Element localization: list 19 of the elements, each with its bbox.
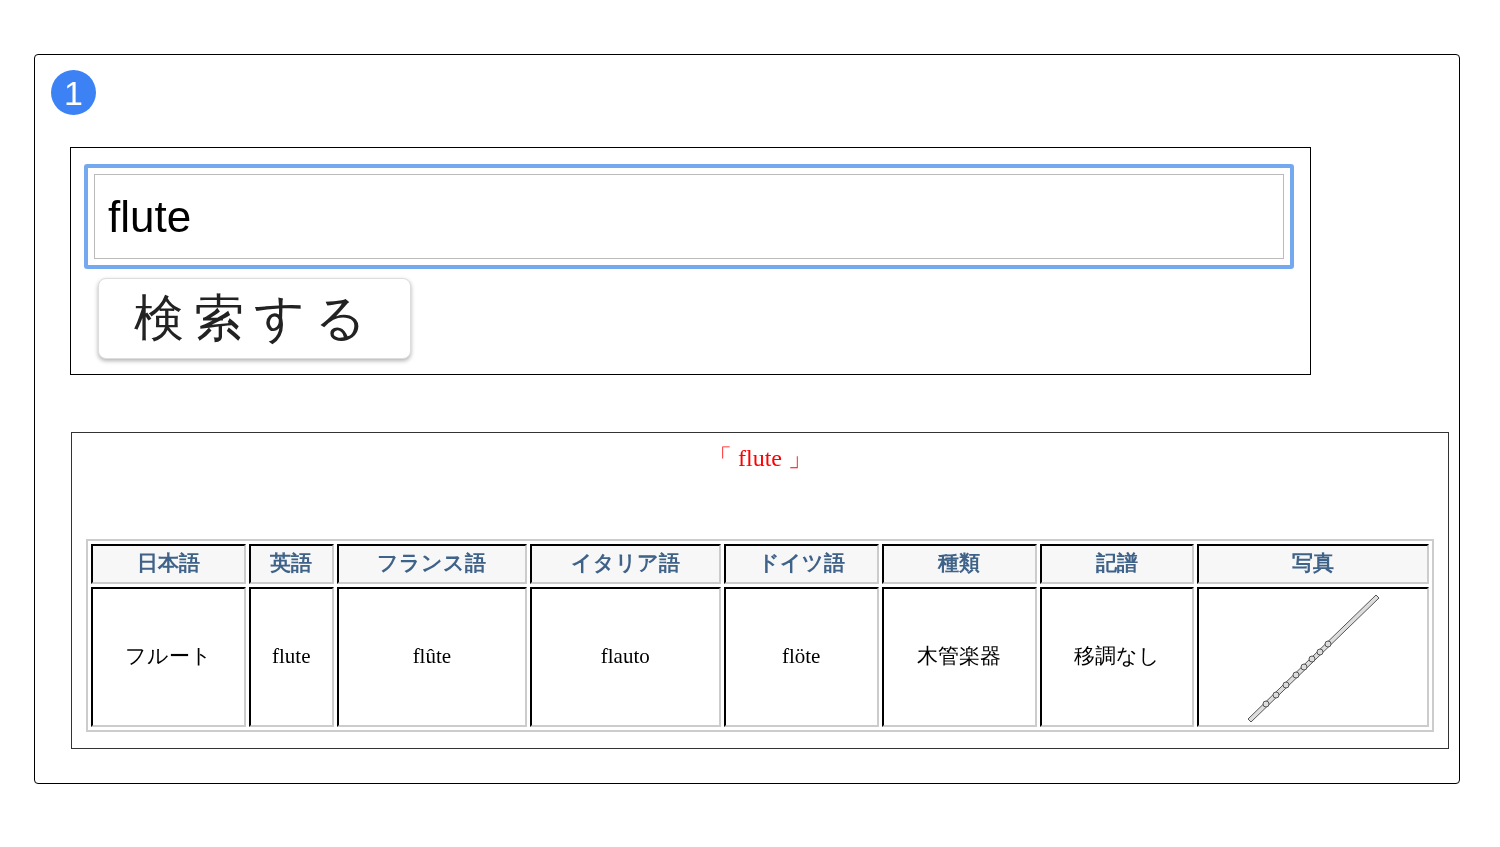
column-header: 記譜 [1039, 544, 1195, 584]
table-cell: 移調なし [1039, 587, 1195, 727]
table-cell: フルート [91, 587, 246, 727]
column-header: ドイツ語 [723, 544, 879, 584]
column-header: 種類 [881, 544, 1037, 584]
results-title: 「 flute 」 [707, 444, 813, 473]
column-header: 写真 [1197, 544, 1429, 584]
column-header: 日本語 [91, 544, 246, 584]
column-header: イタリア語 [530, 544, 721, 584]
table-cell: flöte [723, 587, 879, 727]
step-badge: 1 [51, 70, 96, 115]
table-cell: flûte [336, 587, 527, 727]
search-field[interactable]: flute [84, 164, 1294, 269]
column-header: フランス語 [336, 544, 527, 584]
table-cell: flute [248, 587, 334, 727]
search-button[interactable]: 検索する [98, 278, 411, 359]
table-cell: 木管楽器 [881, 587, 1037, 727]
table-cell: flauto [530, 587, 721, 727]
column-header: 英語 [248, 544, 334, 584]
